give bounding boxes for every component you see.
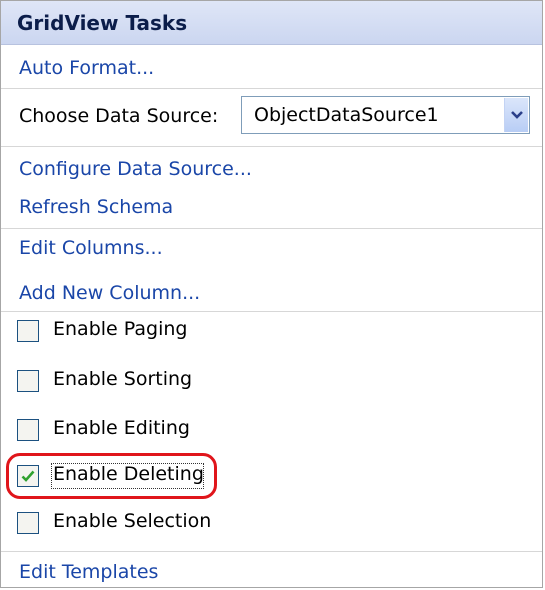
option-label: Enable Sorting bbox=[53, 368, 193, 390]
separator bbox=[1, 228, 542, 229]
choose-data-source-label: Choose Data Source: bbox=[19, 105, 219, 127]
enable-editing-checkbox[interactable] bbox=[17, 419, 39, 441]
gridview-tasks-panel: GridView Tasks Auto Format... Choose Dat… bbox=[0, 0, 543, 588]
option-enable-paging: Enable Paging bbox=[1, 312, 542, 356]
separator bbox=[1, 551, 542, 552]
option-enable-selection: Enable Selection bbox=[1, 504, 542, 548]
auto-format-link[interactable]: Auto Format... bbox=[19, 57, 154, 79]
configure-data-source-link[interactable]: Configure Data Source... bbox=[19, 158, 252, 180]
data-source-select[interactable]: ObjectDataSource1 bbox=[241, 96, 530, 134]
chevron-down-icon bbox=[511, 111, 523, 119]
refresh-schema-link[interactable]: Refresh Schema bbox=[19, 196, 173, 218]
option-label: Enable Paging bbox=[53, 318, 188, 340]
edit-columns-link[interactable]: Edit Columns... bbox=[19, 237, 163, 259]
option-enable-editing: Enable Editing bbox=[1, 411, 542, 455]
option-enable-sorting: Enable Sorting bbox=[1, 362, 542, 406]
enable-sorting-checkbox[interactable] bbox=[17, 370, 39, 392]
add-new-column-link[interactable]: Add New Column... bbox=[19, 282, 200, 304]
separator bbox=[1, 146, 542, 147]
panel-header: GridView Tasks bbox=[1, 1, 542, 45]
separator bbox=[1, 88, 542, 89]
option-label: Enable Selection bbox=[53, 510, 212, 532]
option-label: Enable Editing bbox=[53, 417, 190, 439]
dropdown-button[interactable] bbox=[504, 98, 528, 132]
panel-title: GridView Tasks bbox=[17, 11, 188, 35]
enable-paging-checkbox[interactable] bbox=[17, 320, 39, 342]
enable-selection-checkbox[interactable] bbox=[17, 512, 39, 534]
edit-templates-link[interactable]: Edit Templates bbox=[19, 561, 158, 583]
data-source-value: ObjectDataSource1 bbox=[254, 104, 439, 126]
highlight-annotation bbox=[6, 453, 217, 499]
